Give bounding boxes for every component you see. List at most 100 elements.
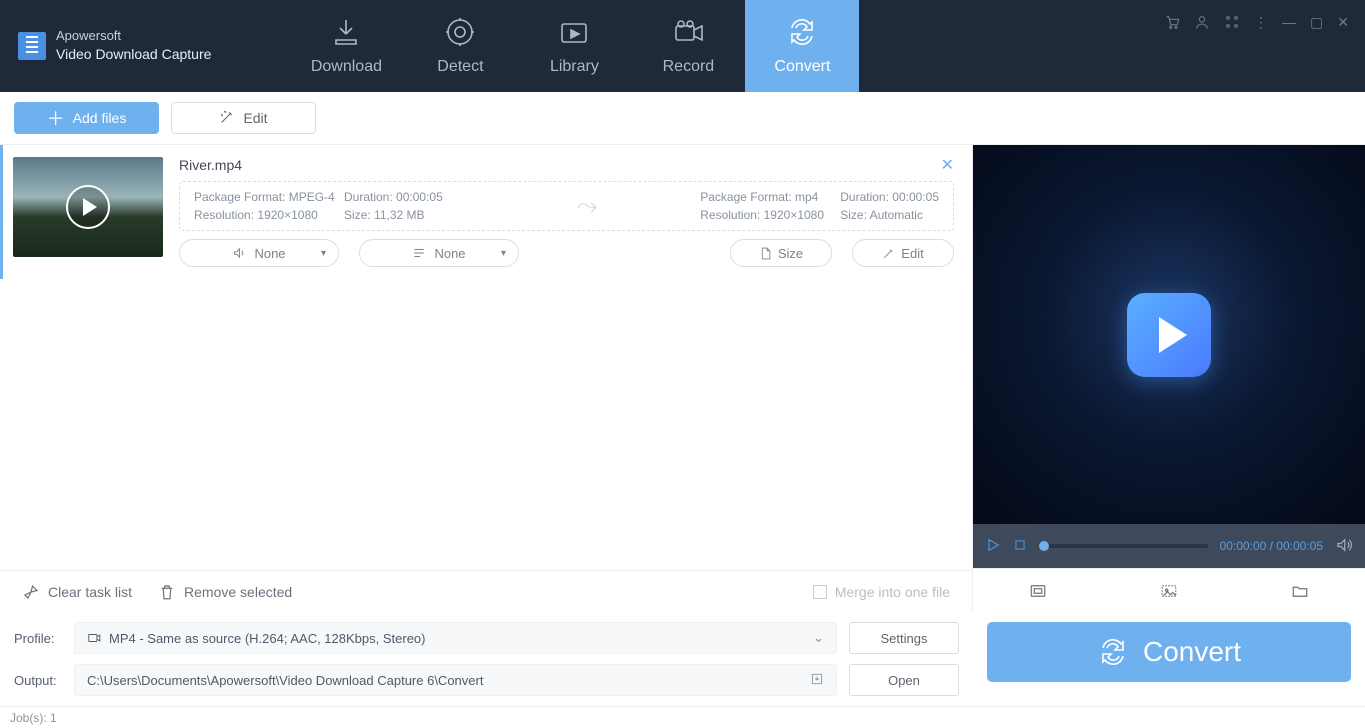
meta-label: Package Format: xyxy=(700,190,791,204)
tab-label: Detect xyxy=(437,58,483,76)
minimize-icon[interactable]: — xyxy=(1282,14,1296,30)
meta-value: 00:00:05 xyxy=(892,190,939,204)
file-icon xyxy=(759,247,772,260)
tab-convert[interactable]: Convert xyxy=(745,0,859,92)
file-row[interactable]: ✕ River.mp4 Package Format: MPEG-4 Resol… xyxy=(0,145,972,279)
timeline-slider[interactable] xyxy=(1039,544,1208,548)
path-value: C:\Users\Documents\Apowersoft\Video Down… xyxy=(87,673,483,688)
output-row: Output: C:\Users\Documents\Apowersoft\Vi… xyxy=(0,664,973,706)
apps-icon[interactable] xyxy=(1224,14,1240,33)
stop-button[interactable] xyxy=(1013,538,1027,555)
cart-icon[interactable] xyxy=(1164,14,1180,33)
wand-icon xyxy=(882,247,895,260)
tab-label: Record xyxy=(663,58,715,76)
volume-button[interactable] xyxy=(1335,536,1353,557)
output-path-field[interactable]: C:\Users\Documents\Apowersoft\Video Down… xyxy=(74,664,837,696)
folder-button[interactable] xyxy=(1234,568,1365,612)
merge-checkbox[interactable]: Merge into one file xyxy=(813,584,950,600)
title-bar: Apowersoft Video Download Capture Downlo… xyxy=(0,0,1365,92)
tab-library[interactable]: Library xyxy=(517,0,631,92)
button-label: Convert xyxy=(1143,636,1241,668)
meta-label: Package Format: xyxy=(194,190,285,204)
clear-task-list-button[interactable]: Clear task list xyxy=(22,583,132,601)
edit-button[interactable]: Edit xyxy=(171,102,316,134)
meta-label: Size: xyxy=(840,208,867,222)
player-controls: 00:00:00 / 00:00:05 xyxy=(973,524,1365,568)
button-label: Edit xyxy=(243,110,267,126)
profile-row: Profile: MP4 - Same as source (H.264; AA… xyxy=(0,612,973,664)
meta-label: Size: xyxy=(344,208,371,222)
window-controls: ⋮ — ▢ ✕ xyxy=(1148,0,1365,92)
play-overlay-icon xyxy=(66,185,110,229)
file-metadata: Package Format: MPEG-4 Resolution: 1920×… xyxy=(179,181,954,231)
settings-button[interactable]: Settings xyxy=(849,622,959,654)
app-title: Video Download Capture xyxy=(56,45,211,63)
button-label: Open xyxy=(888,673,920,688)
task-bar: Clear task list Remove selected Merge in… xyxy=(0,570,972,612)
edit-item-button[interactable]: Edit xyxy=(852,239,954,267)
button-label: Settings xyxy=(881,631,928,646)
meta-value: 11,32 MB xyxy=(374,208,424,222)
screenshot-button[interactable] xyxy=(973,568,1104,612)
remove-file-icon[interactable]: ✕ xyxy=(941,155,954,175)
profile-label: Profile: xyxy=(14,631,62,646)
broom-icon xyxy=(22,583,40,601)
jobs-count: 1 xyxy=(50,711,57,725)
meta-value: 1920×1080 xyxy=(257,208,317,222)
meta-value: Automatic xyxy=(870,208,923,222)
meta-label: Resolution: xyxy=(194,208,254,222)
preview-panel: 00:00:00 / 00:00:05 xyxy=(973,145,1365,612)
time-display: 00:00:00 / 00:00:05 xyxy=(1220,539,1323,553)
button-label: Edit xyxy=(901,246,923,261)
file-name: River.mp4 xyxy=(179,157,954,173)
button-label: Size xyxy=(778,246,803,261)
tab-label: Convert xyxy=(774,58,830,76)
main-tabs: Download Detect Library Record Convert xyxy=(289,0,859,92)
audio-track-select[interactable]: None ▾ xyxy=(179,239,339,267)
image-button[interactable] xyxy=(1104,568,1235,612)
profile-select[interactable]: MP4 - Same as source (H.264; AAC, 128Kbp… xyxy=(74,622,837,654)
menu-icon[interactable]: ⋮ xyxy=(1254,14,1268,31)
preview-tools xyxy=(973,568,1365,612)
meta-value: 1920×1080 xyxy=(764,208,824,222)
save-icon[interactable] xyxy=(810,672,824,689)
wand-icon xyxy=(219,109,235,128)
brand-name: Apowersoft xyxy=(56,28,211,45)
close-icon[interactable]: ✕ xyxy=(1337,14,1349,31)
select-value: None xyxy=(434,246,465,261)
status-bar: Job(s): 1 xyxy=(0,706,1365,728)
meta-label: Duration: xyxy=(344,190,393,204)
tab-detect[interactable]: Detect xyxy=(403,0,517,92)
checkbox-label: Merge into one file xyxy=(835,584,950,600)
meta-value: MPEG-4 xyxy=(289,190,335,204)
button-label: Remove selected xyxy=(184,584,292,600)
tab-download[interactable]: Download xyxy=(289,0,403,92)
maximize-icon[interactable]: ▢ xyxy=(1310,14,1323,31)
play-button[interactable] xyxy=(985,537,1001,556)
trash-icon xyxy=(158,583,176,601)
logo-icon xyxy=(18,32,46,60)
button-label: Add files xyxy=(73,110,127,126)
meta-value: 00:00:05 xyxy=(396,190,443,204)
meta-value: mp4 xyxy=(795,190,818,204)
user-icon[interactable] xyxy=(1194,14,1210,33)
select-value: None xyxy=(254,246,285,261)
file-list: ✕ River.mp4 Package Format: MPEG-4 Resol… xyxy=(0,145,972,570)
open-folder-button[interactable]: Open xyxy=(849,664,959,696)
subtitle-select[interactable]: None ▾ xyxy=(359,239,519,267)
checkbox-icon xyxy=(813,585,827,599)
plus-icon: ＋ xyxy=(47,105,65,131)
audio-icon xyxy=(232,246,246,260)
tab-label: Download xyxy=(311,58,382,76)
remove-selected-button[interactable]: Remove selected xyxy=(158,583,292,601)
add-files-button[interactable]: ＋ Add files xyxy=(14,102,159,134)
convert-button[interactable]: Convert xyxy=(987,622,1351,682)
meta-label: Resolution: xyxy=(700,208,760,222)
tab-record[interactable]: Record xyxy=(631,0,745,92)
video-thumbnail[interactable] xyxy=(13,157,163,257)
preview-play-icon xyxy=(1127,293,1211,377)
size-button[interactable]: Size xyxy=(730,239,832,267)
arrow-right-icon: ⤳ xyxy=(474,190,700,222)
action-toolbar: ＋ Add files Edit xyxy=(0,92,1365,145)
video-preview[interactable] xyxy=(973,145,1365,524)
